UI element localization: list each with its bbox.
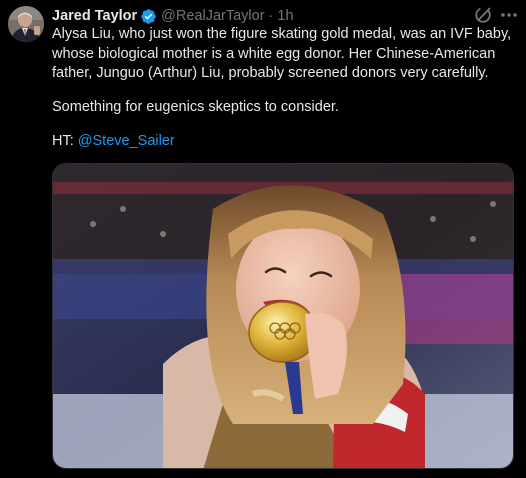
ht-prefix: HT: [52, 133, 78, 149]
tweet-paragraph-3: HT: @Steve_Sailer [52, 132, 518, 152]
more-options-icon[interactable] [499, 5, 519, 25]
author-display-name[interactable]: Jared Taylor [52, 8, 137, 24]
tweet-text: Alysa Liu, who just won the figure skati… [52, 25, 518, 152]
author-avatar[interactable] [8, 6, 44, 42]
verified-badge-icon [140, 8, 157, 25]
tweet-paragraph-2: Something for eugenics skeptics to consi… [52, 99, 339, 115]
tweet-photo[interactable] [52, 163, 514, 469]
tweet: Jared Taylor @RealJarTaylor · 1h Alysa L… [0, 0, 526, 478]
author-handle[interactable]: @RealJarTaylor [161, 8, 264, 24]
grok-icon[interactable] [473, 5, 493, 25]
header-separator: · [268, 8, 274, 24]
tweet-header: Jared Taylor @RealJarTaylor · 1h [52, 6, 294, 26]
tweet-paragraph-1: Alysa Liu, who just won the figure skati… [52, 26, 512, 81]
tweet-timestamp[interactable]: 1h [277, 8, 293, 24]
mention-link[interactable]: @Steve_Sailer [78, 133, 175, 149]
